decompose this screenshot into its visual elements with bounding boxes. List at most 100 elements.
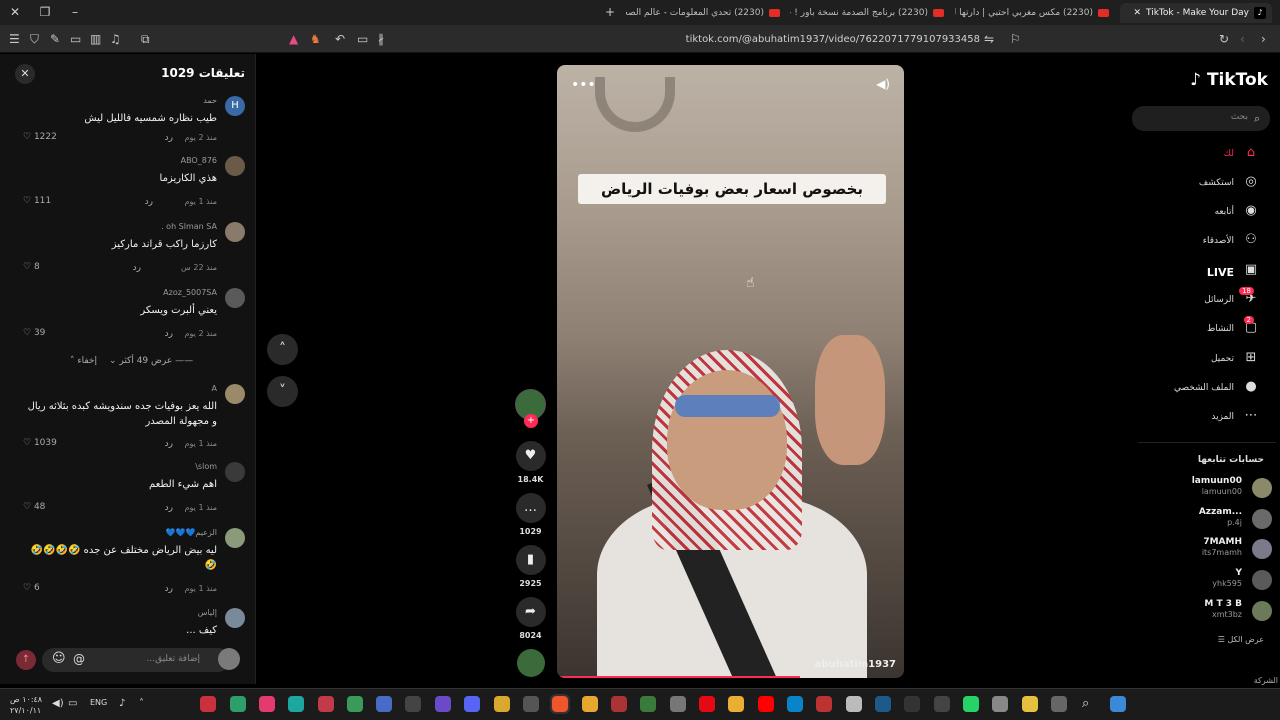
- new-tab-button[interactable]: +: [603, 5, 617, 19]
- share-action[interactable]: ➦ 8024: [514, 597, 547, 640]
- nav-for-you[interactable]: ⌂ لك: [1130, 145, 1260, 165]
- comment-author[interactable]: slom\: [195, 462, 217, 471]
- close-comments-button[interactable]: ✕: [15, 64, 35, 84]
- app-icon[interactable]: [728, 696, 744, 712]
- comment-author[interactable]: Azoz_5007SA: [163, 288, 217, 297]
- comment-likes[interactable]: ♡ 39: [23, 328, 45, 338]
- avatar[interactable]: H: [225, 96, 245, 116]
- clock[interactable]: ١٠:٤٨ ص ٢٧/١٠/١١: [10, 694, 42, 716]
- reply-link[interactable]: رد: [165, 133, 173, 143]
- mic-icon[interactable]: ♪: [119, 698, 125, 709]
- app-icon[interactable]: [405, 696, 421, 712]
- close-tab-icon[interactable]: ✕: [1133, 8, 1141, 18]
- comment-likes[interactable]: ♡ 6: [23, 583, 40, 593]
- nav-live[interactable]: ▣ LIVE: [1130, 262, 1260, 282]
- chrome-app-icon[interactable]: [582, 696, 598, 712]
- translate-icon[interactable]: ↶: [335, 33, 345, 45]
- nav-more[interactable]: ⋯ المزيد: [1130, 408, 1260, 428]
- cast-icon[interactable]: ▭: [357, 33, 368, 45]
- network-icon[interactable]: ▭: [68, 698, 77, 709]
- reply-link[interactable]: رد: [165, 329, 173, 339]
- nav-friends[interactable]: ⚇ الأصدقاء: [1130, 232, 1260, 252]
- task-view-icon[interactable]: [1051, 696, 1067, 712]
- reply-link[interactable]: رد: [133, 263, 141, 273]
- minimize-window-icon[interactable]: –: [68, 5, 82, 19]
- whatsapp-app-icon[interactable]: [963, 696, 979, 712]
- avatar[interactable]: [225, 384, 245, 404]
- following-account[interactable]: M T 3 Bxmt3bz: [1142, 599, 1272, 623]
- url-field[interactable]: tiktok.com/@abuhatim1937/video/762207177…: [600, 34, 980, 45]
- tab-youtube-1[interactable]: (2230) مكس مغربي احتبي | دارتها لي: [955, 3, 1115, 23]
- app-icon[interactable]: [435, 696, 451, 712]
- app-icon[interactable]: [816, 696, 832, 712]
- start-menu-icon[interactable]: [1110, 696, 1126, 712]
- close-window-icon[interactable]: ✕: [8, 5, 22, 19]
- screenshot-icon[interactable]: ⧉: [141, 33, 150, 45]
- steam-app-icon[interactable]: [875, 696, 891, 712]
- see-all-link[interactable]: عرض الكل ☰: [1218, 635, 1264, 644]
- tab-youtube-3[interactable]: (2230) تحدي المعلومات - عالم الصحابة: [626, 3, 786, 23]
- share-icon[interactable]: ➦: [515, 597, 546, 627]
- music-disc[interactable]: [514, 649, 547, 677]
- search-icon[interactable]: ⌕: [1082, 696, 1089, 711]
- comment-author[interactable]: A: [212, 384, 217, 393]
- emoji-icon[interactable]: ☺: [52, 651, 66, 666]
- vpn-app-icon[interactable]: [288, 696, 304, 712]
- app-icon[interactable]: [200, 696, 216, 712]
- comment-author[interactable]: الزعيم💙💙💙: [166, 528, 217, 537]
- restore-window-icon[interactable]: ❐: [38, 5, 52, 19]
- nav-explore[interactable]: ◎ استكشف: [1130, 174, 1260, 194]
- show-more-replies-link[interactable]: —— عرض 49 أكثر ⌄: [109, 356, 193, 366]
- comment-author[interactable]: حمد: [203, 96, 217, 105]
- search-input[interactable]: بحث: [1132, 106, 1270, 131]
- follow-plus-icon[interactable]: +: [524, 414, 538, 428]
- video-author-handle[interactable]: abuhatim1937: [815, 659, 896, 670]
- extension-icon[interactable]: ▲: [289, 33, 298, 45]
- reply-link[interactable]: رد: [165, 439, 173, 449]
- like-action[interactable]: ♥ 18.4K: [514, 441, 547, 484]
- nav-messages[interactable]: ✈ 18 الرسائل: [1130, 287, 1260, 311]
- bookmark-icon[interactable]: ▮: [515, 545, 546, 575]
- nav-following[interactable]: ◉ أتابعه: [1130, 203, 1260, 223]
- app-icon[interactable]: [611, 696, 627, 712]
- company-link[interactable]: الشركة: [1254, 676, 1278, 685]
- music-icon[interactable]: ♫: [110, 33, 121, 45]
- app-icon[interactable]: [376, 696, 392, 712]
- video-player[interactable]: بخصوص اسعار بعض بوفيات الرياض ••• ◀) abu…: [557, 65, 904, 678]
- language-indicator[interactable]: ENG: [90, 698, 107, 707]
- hide-replies-link[interactable]: إخفاء ˄: [70, 356, 97, 366]
- save-action[interactable]: ▮ 2925: [514, 545, 547, 588]
- app-icon[interactable]: [523, 696, 539, 712]
- comment-icon[interactable]: …: [515, 493, 546, 523]
- following-account[interactable]: Azzam... p.4j: [1142, 507, 1272, 531]
- video-progress-bar[interactable]: [557, 676, 800, 678]
- reply-link[interactable]: رد: [145, 197, 153, 207]
- app-icon[interactable]: [494, 696, 510, 712]
- reader-icon[interactable]: ∦: [378, 33, 384, 45]
- pen-icon[interactable]: ✎: [50, 33, 60, 45]
- avatar[interactable]: [225, 288, 245, 308]
- edge-app-icon[interactable]: [787, 696, 803, 712]
- brave-shield-icon[interactable]: ♞: [310, 33, 321, 45]
- menu-icon[interactable]: ☰: [9, 33, 20, 45]
- comment-likes[interactable]: ♡ 48: [23, 502, 45, 512]
- send-arrow-icon[interactable]: ↑: [16, 650, 36, 670]
- following-account[interactable]: lamuun00 lamuun00: [1142, 476, 1272, 500]
- wallet-icon[interactable]: ▭: [70, 33, 81, 45]
- app-icon[interactable]: [934, 696, 950, 712]
- reply-link[interactable]: رد: [165, 503, 173, 513]
- heart-icon[interactable]: ♥: [515, 441, 546, 471]
- tray-chevron-icon[interactable]: ˄: [139, 698, 144, 709]
- avatar[interactable]: [225, 528, 245, 548]
- music-disc-icon[interactable]: [516, 649, 545, 677]
- previous-video-button[interactable]: ˄: [267, 334, 298, 365]
- app-icon[interactable]: [318, 696, 334, 712]
- nav-upload[interactable]: ⊞ تحميل: [1130, 350, 1260, 370]
- app-icon[interactable]: [670, 696, 686, 712]
- comment-likes[interactable]: ♡ 111: [23, 196, 51, 206]
- following-account[interactable]: Yyhk595: [1142, 568, 1272, 592]
- shield-icon[interactable]: ⛉: [30, 33, 39, 45]
- reply-link[interactable]: رد: [165, 584, 173, 594]
- comment-likes[interactable]: ♡ 1039: [23, 438, 57, 448]
- mention-icon[interactable]: @: [73, 652, 85, 666]
